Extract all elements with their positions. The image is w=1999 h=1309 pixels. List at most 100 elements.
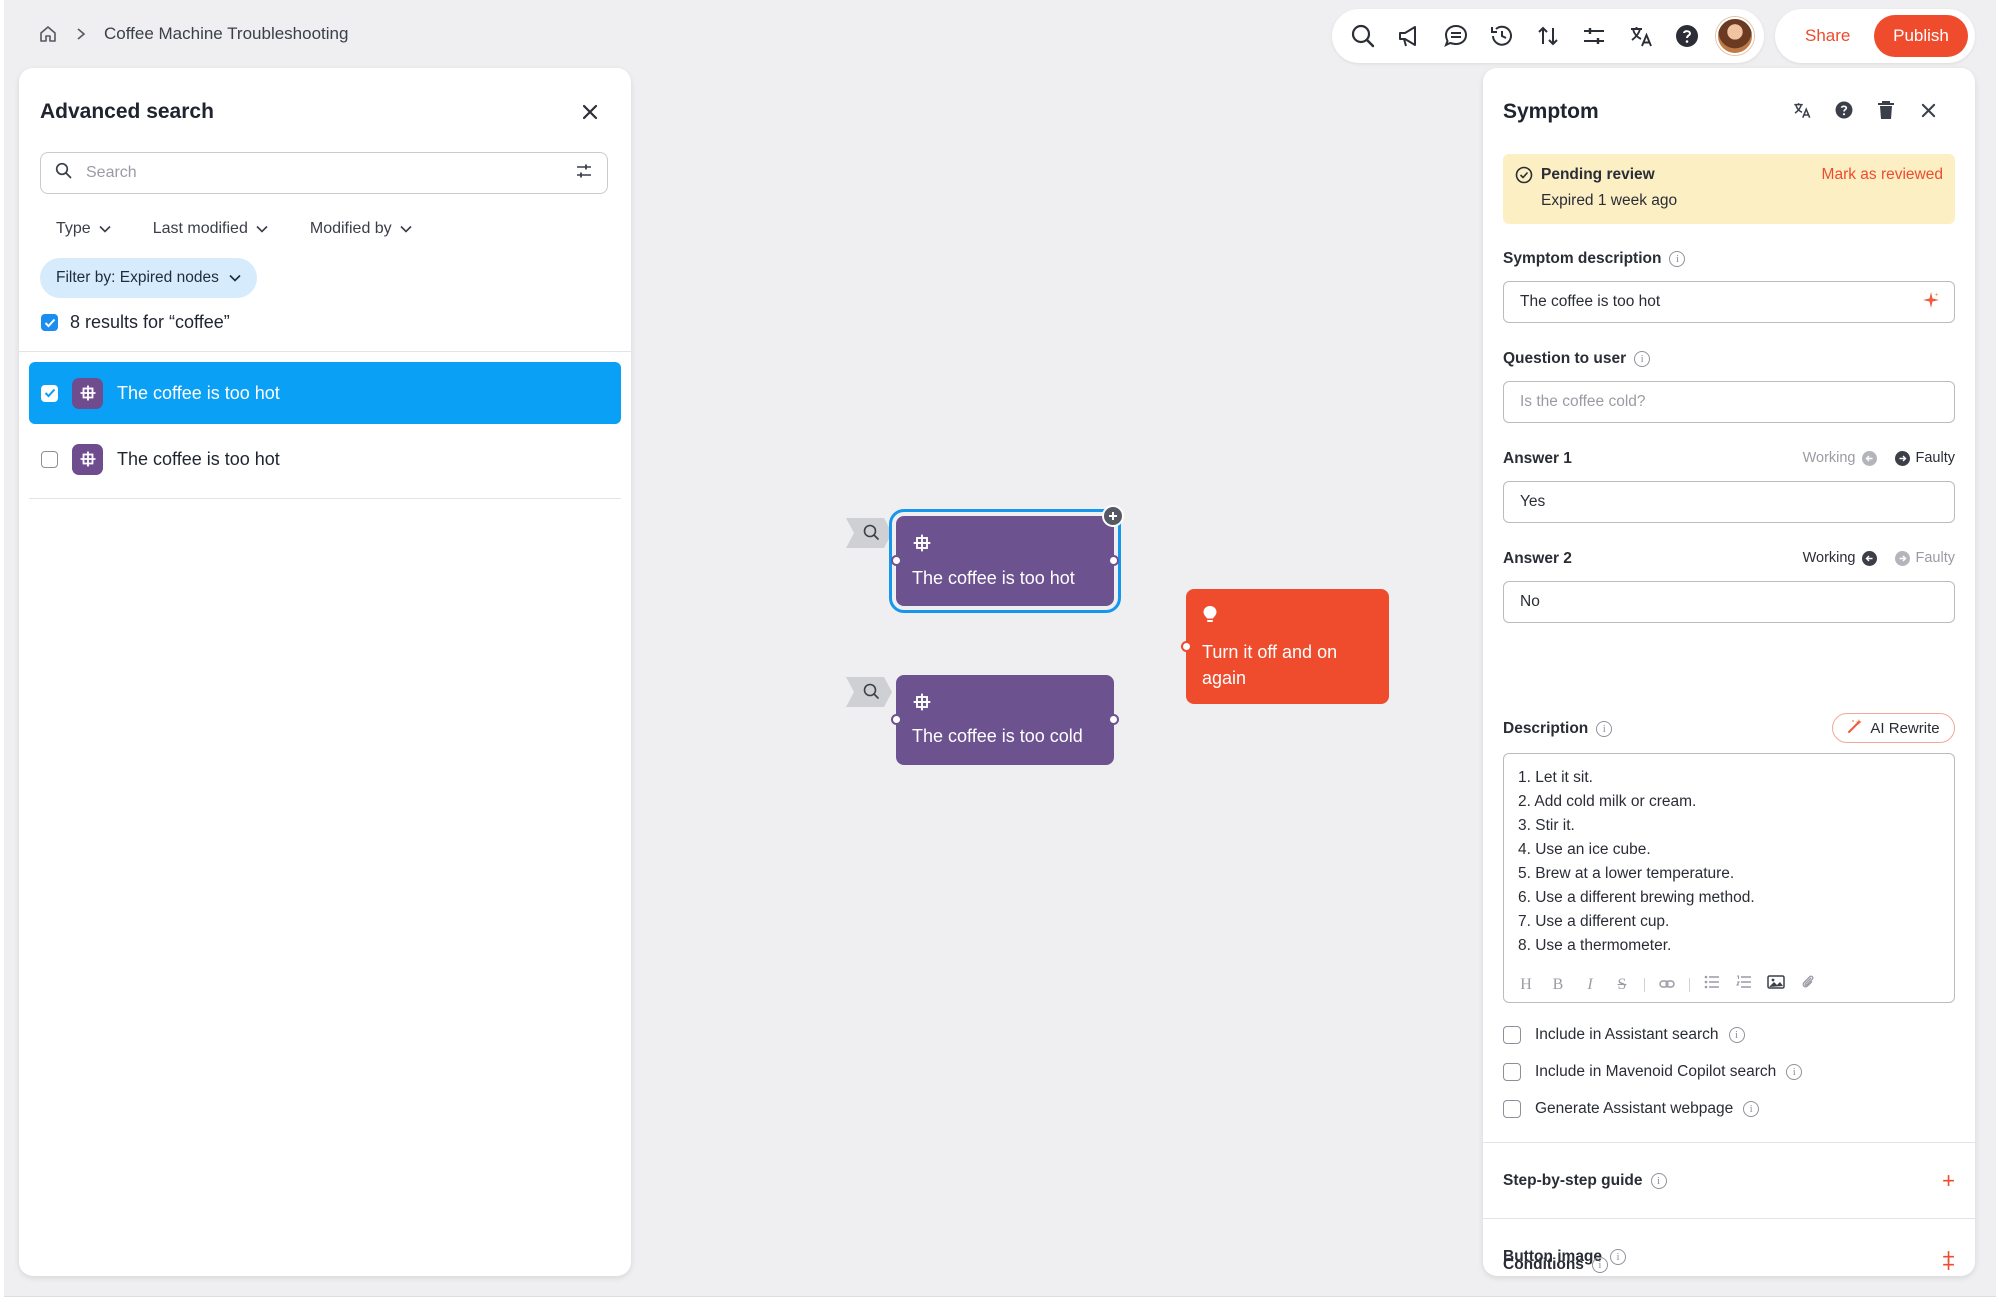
info-icon[interactable]: i xyxy=(1634,351,1651,367)
user-avatar[interactable] xyxy=(1716,17,1754,55)
input-port[interactable] xyxy=(891,714,902,725)
output-port[interactable] xyxy=(1108,555,1119,566)
info-icon[interactable]: i xyxy=(1591,1257,1608,1273)
history-icon[interactable] xyxy=(1485,19,1519,53)
section-label: Step-by-step guide xyxy=(1503,1172,1643,1189)
label-text: Question to user xyxy=(1503,350,1627,367)
breadcrumb-current[interactable]: Coffee Machine Troubleshooting xyxy=(104,24,348,44)
description-editor[interactable]: 1. Let it sit. 2. Add cold milk or cream… xyxy=(1503,753,1955,1003)
megaphone-icon[interactable] xyxy=(1392,19,1426,53)
include-copilot-search-checkbox[interactable] xyxy=(1503,1063,1521,1081)
info-icon[interactable]: i xyxy=(1596,721,1613,737)
generate-webpage-row: Generate Assistant webpage i xyxy=(1503,1100,1760,1118)
step-by-step-guide-section[interactable]: Step-by-step guide i + xyxy=(1503,1170,1955,1192)
symptom-node-selected[interactable]: The coffee is too hot xyxy=(889,509,1121,613)
select-all-checkbox[interactable] xyxy=(41,314,58,331)
sliders-icon[interactable] xyxy=(1577,19,1611,53)
heading-icon[interactable]: H xyxy=(1516,976,1536,994)
solution-label-line1: Turn it off and on xyxy=(1202,642,1338,662)
expired-nodes-filter-chip[interactable]: Filter by: Expired nodes xyxy=(40,258,257,298)
bold-icon[interactable]: B xyxy=(1548,976,1568,994)
result-item[interactable]: The coffee is too hot xyxy=(29,428,621,490)
help-icon[interactable] xyxy=(1670,19,1704,53)
strikethrough-icon[interactable]: S xyxy=(1612,976,1632,994)
symptom-node[interactable]: The coffee is too cold xyxy=(896,675,1114,765)
share-button[interactable]: Share xyxy=(1783,16,1872,56)
type-dropdown-label: Type xyxy=(56,220,91,237)
solution-node[interactable]: Turn it off and on again xyxy=(1186,589,1389,704)
bullet-list-icon[interactable] xyxy=(1702,975,1722,994)
faulty-option[interactable]: Faulty xyxy=(1916,450,1956,466)
trash-icon[interactable] xyxy=(1874,98,1898,122)
answer-2-input[interactable] xyxy=(1518,592,1940,612)
result-item[interactable]: The coffee is too hot xyxy=(29,362,621,424)
flow-canvas[interactable]: Coffee Machine Troubleshooting Share Pub… xyxy=(4,0,1996,1297)
search-icon[interactable] xyxy=(1346,19,1380,53)
description-content[interactable]: 1. Let it sit. 2. Add cold milk or cream… xyxy=(1518,766,1755,958)
image-icon[interactable] xyxy=(1766,974,1786,995)
conditions-section[interactable]: Conditions i + xyxy=(1503,1254,1955,1276)
publish-button[interactable]: Publish xyxy=(1874,15,1968,57)
info-icon[interactable]: i xyxy=(1650,1173,1667,1189)
generate-webpage-checkbox[interactable] xyxy=(1503,1100,1521,1118)
input-port[interactable] xyxy=(1181,641,1192,652)
sparkle-icon[interactable] xyxy=(1922,291,1940,314)
answer-1-field[interactable] xyxy=(1503,481,1955,523)
last-modified-dropdown-label: Last modified xyxy=(152,220,248,237)
chevron-right-icon xyxy=(76,27,86,41)
close-icon[interactable] xyxy=(576,98,604,126)
question-to-user-input[interactable] xyxy=(1518,392,1940,412)
chevron-down-icon xyxy=(256,220,268,238)
search-match-flag-icon xyxy=(846,677,892,707)
working-option[interactable]: Working xyxy=(1803,550,1856,566)
working-option[interactable]: Working xyxy=(1803,450,1856,466)
arrow-right-icon[interactable] xyxy=(1894,450,1910,466)
answer-1-input[interactable] xyxy=(1518,492,1940,512)
translate-icon[interactable] xyxy=(1624,19,1658,53)
arrow-left-icon[interactable] xyxy=(1861,550,1877,566)
input-port[interactable] xyxy=(891,555,902,566)
last-modified-dropdown[interactable]: Last modified xyxy=(137,214,284,244)
filter-settings-icon[interactable] xyxy=(575,162,593,185)
result-checkbox[interactable] xyxy=(41,450,58,468)
output-port[interactable] xyxy=(1108,714,1119,725)
info-icon[interactable]: i xyxy=(1669,251,1686,267)
ai-rewrite-label: AI Rewrite xyxy=(1870,719,1940,737)
modified-by-dropdown[interactable]: Modified by xyxy=(294,214,428,244)
arrow-right-icon[interactable] xyxy=(1894,550,1910,566)
answer-2-outcome-toggle: Working Faulty xyxy=(1803,550,1955,566)
search-input[interactable] xyxy=(84,163,575,183)
attachment-icon[interactable] xyxy=(1798,974,1818,995)
symptom-description-input[interactable] xyxy=(1518,292,1922,312)
arrow-left-icon[interactable] xyxy=(1861,450,1877,466)
chip-label: Filter by: Expired nodes xyxy=(56,269,219,286)
label-text: Symptom description xyxy=(1503,250,1662,267)
comments-icon[interactable] xyxy=(1439,19,1473,53)
faulty-option[interactable]: Faulty xyxy=(1916,550,1956,566)
answer-2-field[interactable] xyxy=(1503,581,1955,623)
info-icon[interactable]: i xyxy=(1743,1101,1760,1117)
help-icon[interactable] xyxy=(1832,98,1856,122)
include-assistant-search-checkbox[interactable] xyxy=(1503,1026,1521,1044)
home-icon[interactable] xyxy=(38,24,58,44)
translate-icon[interactable] xyxy=(1790,98,1814,122)
sort-icon[interactable] xyxy=(1531,19,1565,53)
answer-1-label: Answer 1 xyxy=(1503,450,1572,468)
info-icon[interactable]: i xyxy=(1786,1064,1803,1080)
plus-icon[interactable]: + xyxy=(1942,1254,1955,1276)
italic-icon[interactable]: I xyxy=(1580,976,1600,994)
question-to-user-label: Question to user i xyxy=(1503,350,1651,368)
mark-as-reviewed-link[interactable]: Mark as reviewed xyxy=(1822,166,1943,184)
lightbulb-icon xyxy=(1203,606,1217,622)
symptom-description-field[interactable] xyxy=(1503,281,1955,323)
ai-rewrite-button[interactable]: AI Rewrite xyxy=(1832,713,1955,743)
link-icon[interactable] xyxy=(1657,976,1677,994)
question-to-user-field[interactable] xyxy=(1503,381,1955,423)
close-icon[interactable] xyxy=(1916,98,1940,122)
type-dropdown[interactable]: Type xyxy=(40,214,127,244)
add-node-button[interactable] xyxy=(1102,505,1124,527)
info-icon[interactable]: i xyxy=(1728,1027,1745,1043)
plus-icon[interactable]: + xyxy=(1942,1170,1955,1192)
result-checkbox[interactable] xyxy=(41,384,58,402)
numbered-list-icon[interactable] xyxy=(1734,975,1754,994)
